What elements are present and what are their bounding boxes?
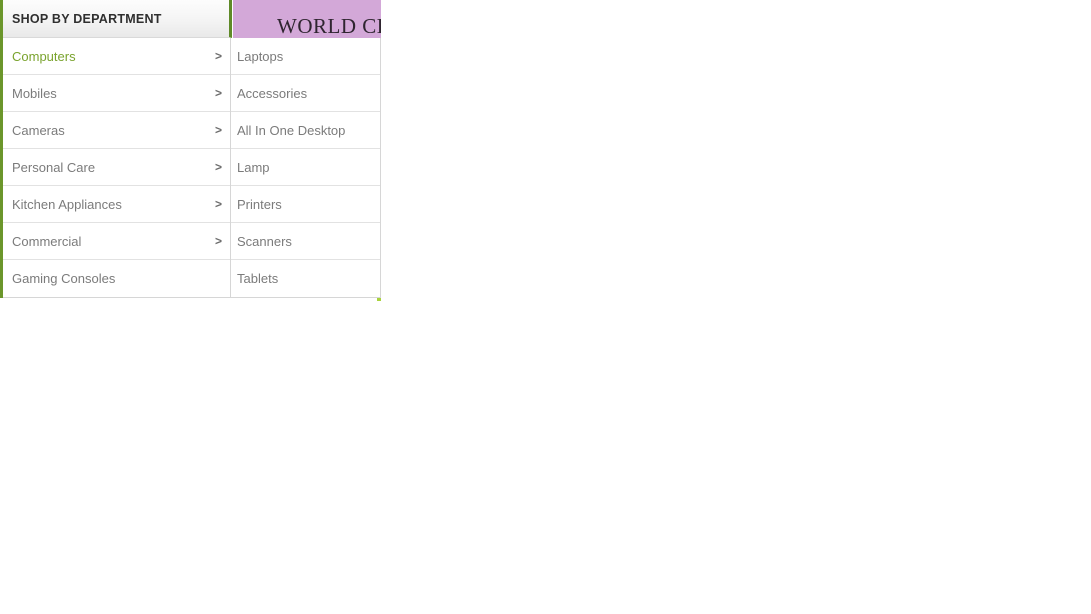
submenu-item[interactable]: Tablets xyxy=(231,260,380,297)
department-item[interactable]: Computers > xyxy=(3,38,231,75)
submenu-item-label: Laptops xyxy=(237,48,284,64)
chevron-right-icon: > xyxy=(214,160,222,174)
department-menu: SHOP BY DEPARTMENT Computers > Mobiles > Cam… xyxy=(0,0,232,298)
department-item[interactable]: Commercial > xyxy=(3,223,231,260)
department-item[interactable]: Mobiles > xyxy=(3,75,231,112)
chevron-right-icon: > xyxy=(214,123,222,137)
chevron-right-icon: > xyxy=(214,49,222,63)
submenu-item[interactable]: Accessories xyxy=(231,75,380,112)
department-item-label: Gaming Consoles xyxy=(12,271,116,286)
submenu-item-label: Accessories xyxy=(237,85,308,101)
submenu-item-label: Lamp xyxy=(237,159,270,175)
department-item-label: Personal Care xyxy=(12,159,96,175)
chevron-right-icon: > xyxy=(214,197,222,211)
department-item-label: Commercial xyxy=(12,233,82,249)
department-item-label: Cameras xyxy=(12,122,65,138)
department-list: Computers > Mobiles > Cameras > Personal Care >… xyxy=(3,38,232,298)
submenu-item-label: Printers xyxy=(237,196,282,212)
promo-banner: WORLD CLA xyxy=(233,0,381,38)
promo-banner-text: WORLD CLA xyxy=(277,14,381,38)
department-item-label: Mobiles xyxy=(12,85,57,101)
submenu-item[interactable]: All In One Desktop xyxy=(231,112,380,149)
submenu-item[interactable]: Printers xyxy=(231,186,380,223)
department-item[interactable]: Personal Care > xyxy=(3,149,231,186)
department-item-label: Kitchen Appliances xyxy=(12,196,122,212)
submenu-item-label: Scanners xyxy=(237,233,292,249)
department-item-label: Computers xyxy=(12,48,76,64)
submenu-item-label: All In One Desktop xyxy=(237,122,346,138)
submenu-item[interactable]: Laptops xyxy=(231,38,380,75)
department-item[interactable]: Gaming Consoles xyxy=(3,260,231,297)
department-item[interactable]: Cameras > xyxy=(3,112,231,149)
department-menu-title: SHOP BY DEPARTMENT xyxy=(12,11,162,26)
department-item[interactable]: Kitchen Appliances > xyxy=(3,186,231,223)
chevron-right-icon: > xyxy=(214,234,222,248)
submenu-item-label: Tablets xyxy=(237,271,279,286)
submenu-item[interactable]: Lamp xyxy=(231,149,380,186)
computers-submenu-panel: Laptops Accessories All In One Desktop Lamp… xyxy=(230,38,381,298)
department-menu-header: SHOP BY DEPARTMENT xyxy=(3,0,232,38)
submenu-item[interactable]: Scanners xyxy=(231,223,380,260)
chevron-right-icon: > xyxy=(214,86,222,100)
